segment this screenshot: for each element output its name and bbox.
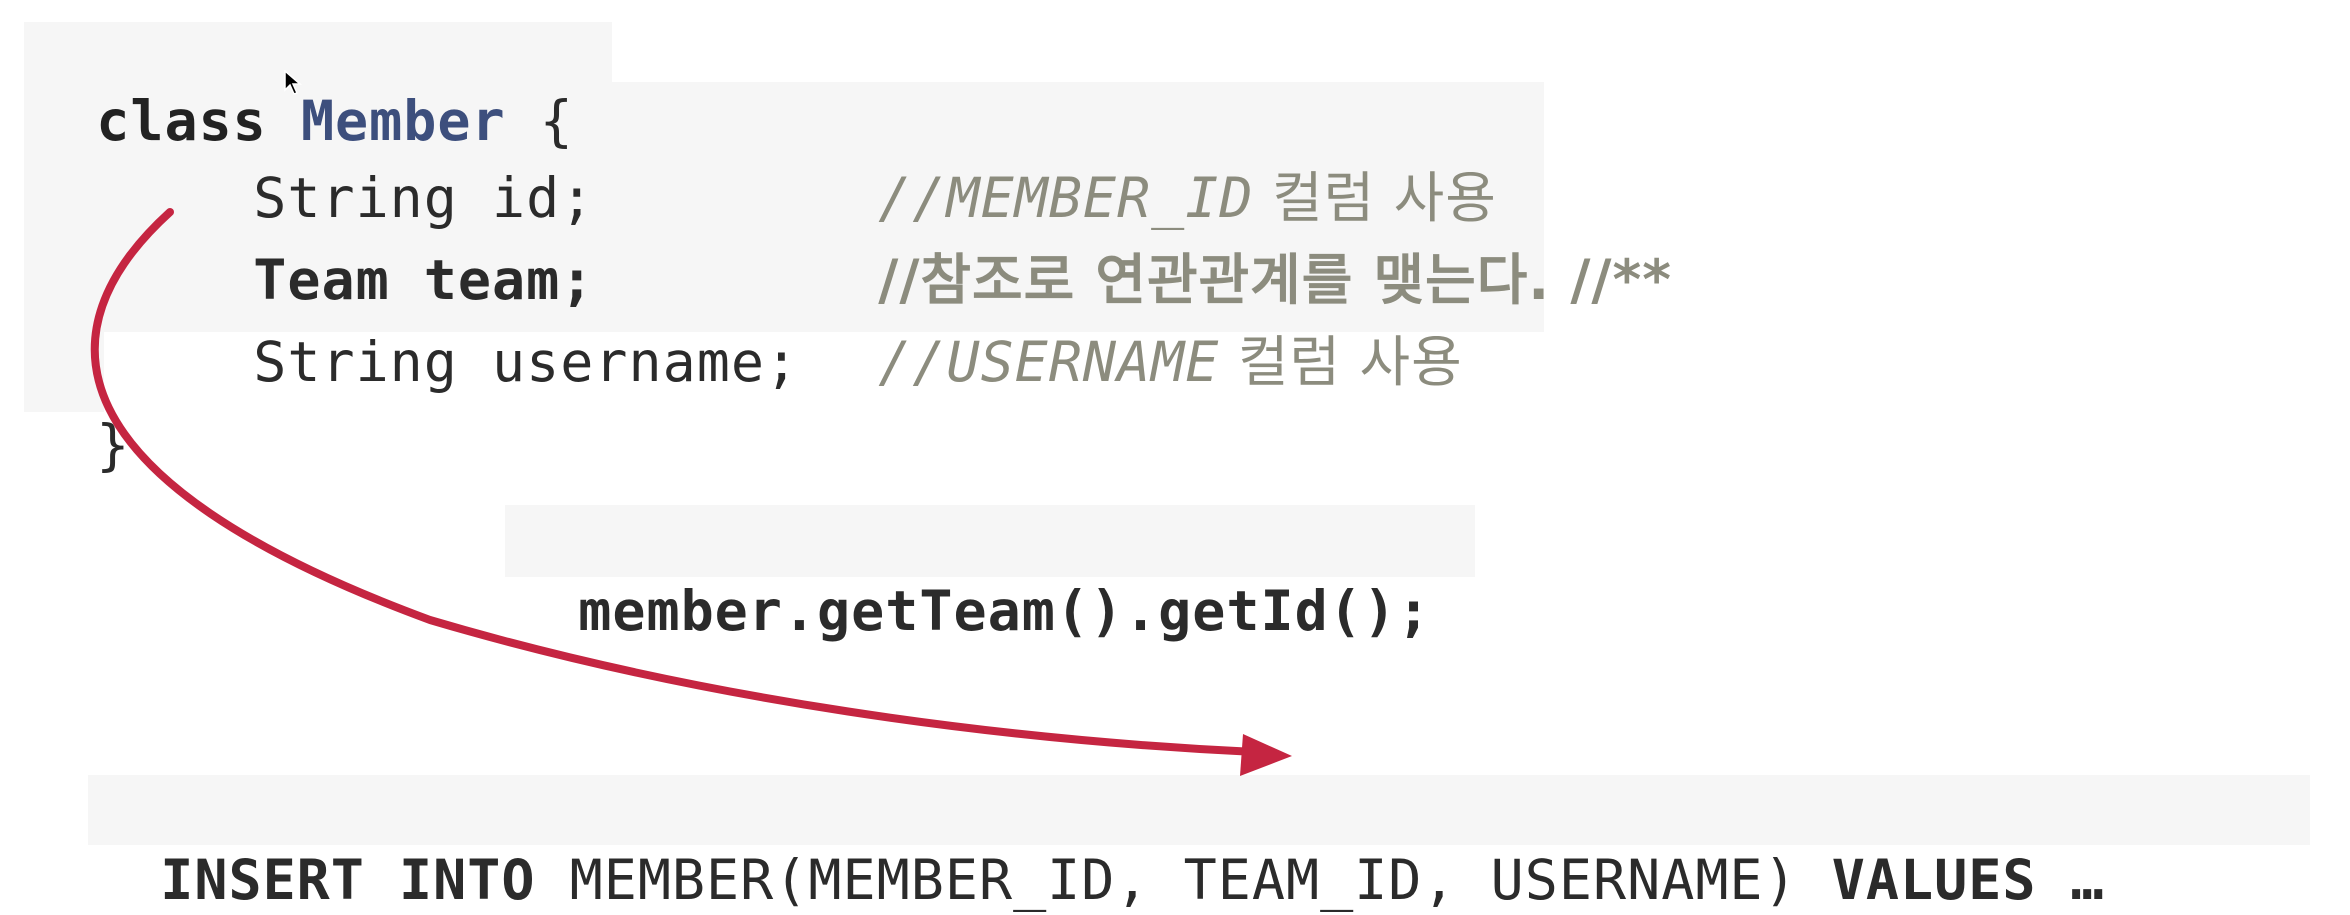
arrow-head — [1240, 734, 1292, 776]
arrow-curve — [90, 208, 1259, 756]
mouse-cursor-icon — [284, 70, 302, 95]
reference-arrow — [90, 208, 1292, 776]
sql-table-part: MEMBER(MEMBER_ID, TEAM_ID, USERNAME) — [535, 848, 1832, 912]
sql-values: VALUES … — [1831, 848, 2105, 912]
sql-insert-into: INSERT INTO — [160, 848, 536, 912]
